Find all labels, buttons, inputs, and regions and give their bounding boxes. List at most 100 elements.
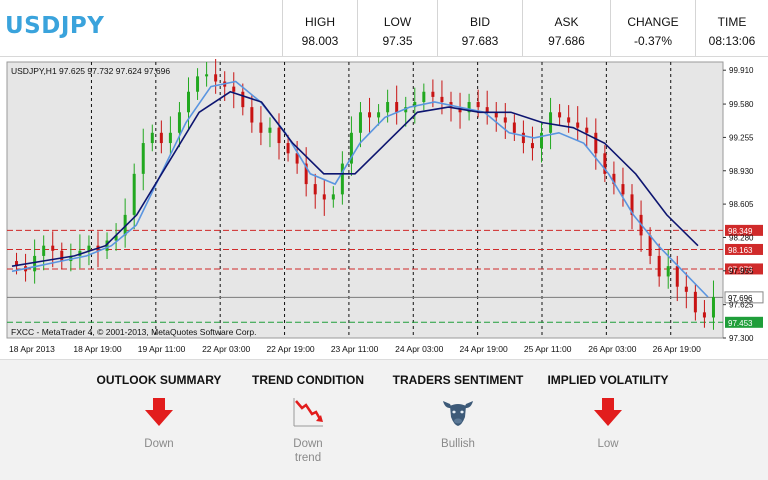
price-tick-label: 98.605 <box>729 200 754 209</box>
implied-volatility-panel: IMPLIED VOLATILITY Low <box>533 360 683 450</box>
candle-body <box>232 86 236 92</box>
bull-icon <box>443 401 473 426</box>
down-arrow-icon <box>145 398 173 426</box>
candle-body <box>241 91 245 108</box>
stat-label: HIGH <box>305 15 335 29</box>
panel-value-text: Down trend <box>293 438 323 464</box>
price-level-label: 97.453 <box>728 319 753 328</box>
plot-area <box>6 61 724 339</box>
candle-body <box>386 102 390 113</box>
time-tick-label: 18 Apr 2013 <box>9 344 55 354</box>
time-tick-label: 24 Apr 19:00 <box>460 344 508 354</box>
down-arrow-icon <box>594 398 622 426</box>
quote-header: USDJPY HIGH 98.003 LOW 97.35 BID 97.683 … <box>0 0 768 57</box>
price-tick-label: 99.255 <box>729 133 754 142</box>
trend-condition-panel: TREND CONDITION Down trend <box>233 360 383 464</box>
candle-body <box>277 127 281 144</box>
panel-value: Bullish <box>441 438 475 450</box>
candle-body <box>558 112 562 118</box>
stat-low: LOW 97.35 <box>357 0 437 56</box>
price-tick-label: 99.910 <box>729 66 754 75</box>
stat-ask: ASK 97.686 <box>522 0 610 56</box>
time-tick-label: 26 Apr 19:00 <box>653 344 701 354</box>
panel-title: IMPLIED VOLATILITY <box>547 373 669 387</box>
candle-body <box>684 286 688 292</box>
time-tick-label: 26 Apr 03:00 <box>588 344 636 354</box>
candle-body <box>621 184 625 195</box>
candle-body <box>313 184 317 195</box>
panel-title: OUTLOOK SUMMARY <box>96 373 222 387</box>
stat-value: -0.37% <box>633 34 673 48</box>
candle-body <box>585 127 589 133</box>
symbol-title: USDJPY <box>5 13 105 39</box>
candle-body <box>286 143 290 154</box>
stat-label: LOW <box>383 15 412 29</box>
stat-value: 98.003 <box>301 34 339 48</box>
candle-body <box>540 132 543 149</box>
panel-value: Down <box>144 438 174 450</box>
chart-canvas[interactable]: 98.34998.16397.97397.69697.453 99.91099.… <box>4 59 767 359</box>
stat-value: 97.35 <box>382 34 413 48</box>
candle-body <box>675 266 679 287</box>
price-tick-label: 98.280 <box>729 233 754 242</box>
candle-body <box>666 266 670 277</box>
stat-bid: BID 97.683 <box>437 0 522 56</box>
time-tick-label: 22 Apr 19:00 <box>266 344 314 354</box>
candle-body <box>196 76 200 92</box>
price-chart[interactable]: 98.349 98.163 97.973 97.696 97.453 99.910 99.… <box>4 59 767 359</box>
traders-sentiment-panel: TRADERS SENTIMENT Bullish <box>383 360 533 450</box>
candle-body <box>132 173 136 215</box>
candle-body <box>51 245 55 251</box>
outlook-summary-panel: OUTLOOK SUMMARY Down <box>84 360 234 450</box>
candle-body <box>187 91 190 113</box>
panel-value: Low <box>597 438 619 450</box>
panel-title: TRADERS SENTIMENT <box>392 373 524 387</box>
candle-body <box>395 102 399 113</box>
stat-time: TIME 08:13:06 <box>695 0 768 56</box>
stat-label: BID <box>469 15 490 29</box>
price-tick-label: 99.580 <box>729 100 754 109</box>
candle-body <box>214 74 218 82</box>
chart-footer-label: FXCC - MetaTrader 4, © 2001-2013, MetaQu… <box>11 327 256 337</box>
candle-body <box>431 91 435 97</box>
candle-body <box>530 143 534 149</box>
stat-value: 97.683 <box>461 34 499 48</box>
candle-body <box>702 312 706 318</box>
candle-body <box>503 117 507 123</box>
down-trend-icon <box>293 398 323 427</box>
stat-high: HIGH 98.003 <box>282 0 357 56</box>
time-tick-label: 24 Apr 03:00 <box>395 344 443 354</box>
candle-body <box>368 112 372 118</box>
candle-body <box>177 112 181 133</box>
time-tick-label: 18 Apr 19:00 <box>73 344 121 354</box>
candle-body <box>42 245 46 256</box>
stat-label: CHANGE <box>627 15 679 29</box>
panel-title: TREND CONDITION <box>252 373 364 387</box>
candle-body <box>331 194 335 200</box>
candle-body <box>141 143 145 174</box>
candle-body <box>205 74 209 77</box>
candle-body <box>159 132 163 144</box>
price-tick-label: 97.300 <box>729 334 754 343</box>
candle-body <box>377 112 381 118</box>
stat-change: CHANGE -0.37% <box>610 0 695 56</box>
stat-label: ASK <box>554 15 579 29</box>
time-tick-label: 19 Apr 11:00 <box>138 344 186 354</box>
time-tick-label: 23 Apr 11:00 <box>331 344 379 354</box>
time-tick-label: 22 Apr 03:00 <box>202 344 250 354</box>
candle-body <box>33 255 37 272</box>
candle-body <box>168 132 172 144</box>
candle-body <box>711 296 715 318</box>
candle-body <box>259 122 263 133</box>
candle-body <box>60 250 64 262</box>
candle-body <box>576 122 580 128</box>
candle-body <box>693 291 697 313</box>
stat-value: 08:13:06 <box>708 34 756 48</box>
candle-body <box>512 122 516 133</box>
candle-body <box>549 112 553 133</box>
candle-body <box>648 235 652 256</box>
candle-body <box>150 132 154 144</box>
panel-value: Down trend <box>233 437 383 465</box>
price-level-label: 98.163 <box>728 246 753 255</box>
candle-body <box>358 112 362 133</box>
